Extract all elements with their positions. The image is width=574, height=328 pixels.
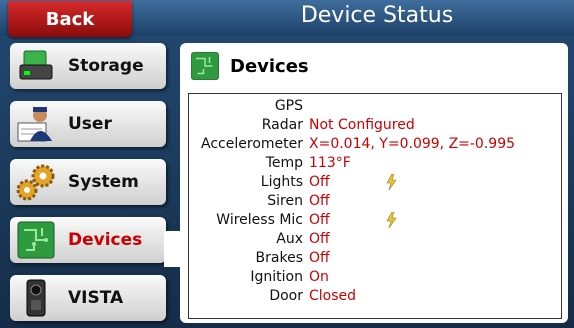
list-item: Brakes Off bbox=[189, 250, 561, 267]
devices-panel: Devices GPS Radar Not Configured Acceler… bbox=[180, 43, 568, 323]
camera-icon bbox=[14, 278, 58, 318]
lightning-icon bbox=[385, 211, 397, 232]
sidebar-item-vista[interactable]: VISTA bbox=[10, 275, 166, 321]
row-value: On bbox=[309, 269, 329, 285]
row-key: Door bbox=[269, 288, 303, 304]
page-title: Device Status bbox=[300, 3, 454, 28]
sidebar-item-label: Storage bbox=[68, 56, 144, 76]
storage-icon bbox=[14, 46, 58, 86]
list-item: Ignition On bbox=[189, 269, 561, 286]
list-item: Radar Not Configured bbox=[189, 117, 561, 134]
sidebar-item-label: VISTA bbox=[68, 288, 124, 308]
circuit-board-icon bbox=[14, 220, 58, 260]
row-key: Ignition bbox=[250, 269, 303, 285]
row-key: Accelerometer bbox=[201, 136, 303, 152]
sidebar-item-devices[interactable]: Devices bbox=[10, 217, 166, 263]
list-item: Aux Off bbox=[189, 231, 561, 248]
sidebar-item-user[interactable]: User bbox=[10, 101, 166, 147]
panel-title: Devices bbox=[230, 55, 309, 77]
row-value: X=0.014, Y=0.099, Z=-0.995 bbox=[309, 136, 516, 152]
row-value: Off bbox=[309, 212, 330, 228]
row-value: Off bbox=[309, 193, 330, 209]
row-key: Brakes bbox=[255, 250, 303, 266]
list-item: Door Closed bbox=[189, 288, 561, 305]
lightning-icon bbox=[385, 173, 397, 194]
row-value: Off bbox=[309, 250, 330, 266]
row-value: Off bbox=[309, 174, 330, 190]
row-key: GPS bbox=[274, 98, 303, 114]
list-item: Lights Off bbox=[189, 173, 561, 194]
row-key: Radar bbox=[261, 117, 303, 133]
list-item: Siren Off bbox=[189, 193, 561, 210]
sidebar-nav: Storage User System Devices VISTA bbox=[0, 43, 178, 328]
row-key: Lights bbox=[260, 174, 303, 190]
sidebar-item-storage[interactable]: Storage bbox=[10, 43, 166, 89]
sidebar-item-label: User bbox=[68, 114, 112, 134]
user-icon bbox=[14, 104, 58, 144]
row-key: Aux bbox=[276, 231, 303, 247]
list-item: Wireless Mic Off bbox=[189, 211, 561, 232]
gears-icon bbox=[14, 162, 58, 202]
row-key: Temp bbox=[265, 155, 303, 171]
list-item: GPS bbox=[189, 98, 561, 115]
row-value: Not Configured bbox=[309, 117, 415, 133]
panel-header: Devices bbox=[180, 43, 568, 89]
sidebar-item-label: System bbox=[68, 172, 139, 192]
list-item: Accelerometer X=0.014, Y=0.099, Z=-0.995 bbox=[189, 136, 561, 153]
sidebar-item-system[interactable]: System bbox=[10, 159, 166, 205]
back-button[interactable]: Back bbox=[8, 1, 132, 37]
row-value: 113°F bbox=[309, 155, 351, 171]
list-item: Temp 113°F bbox=[189, 155, 561, 172]
circuit-board-icon bbox=[190, 51, 220, 81]
row-value: Closed bbox=[309, 288, 357, 304]
device-status-list: GPS Radar Not Configured Accelerometer X… bbox=[188, 93, 562, 319]
sidebar-item-label: Devices bbox=[68, 230, 143, 250]
row-value: Off bbox=[309, 231, 330, 247]
row-key: Wireless Mic bbox=[216, 212, 303, 228]
row-key: Siren bbox=[267, 193, 303, 209]
